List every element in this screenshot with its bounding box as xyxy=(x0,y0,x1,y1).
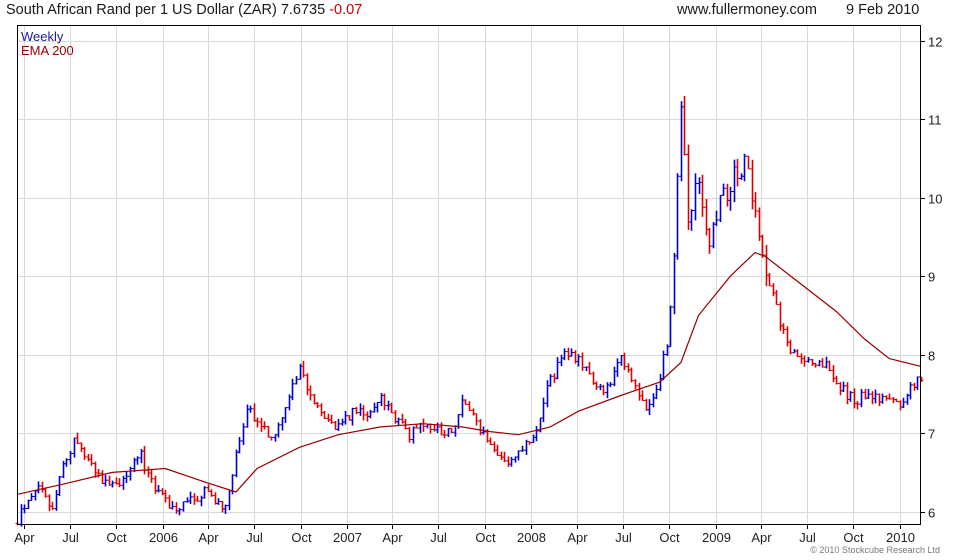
x-tick-label: Oct xyxy=(291,530,312,545)
price-chart: 6 7 8 9 10 11 12 Apr Jul Oct 2006 Apr Jul Oct 2007 Apr J… xyxy=(14,25,942,545)
plot-area xyxy=(17,25,921,525)
y-tick-label: 9 xyxy=(928,270,935,285)
x-tick-label: Jul xyxy=(430,530,447,545)
x-tick-label: Jul xyxy=(615,530,632,545)
y-tick-label: 7 xyxy=(928,427,935,442)
legend-item: Weekly xyxy=(21,29,64,44)
y-tick-label: 6 xyxy=(928,506,935,521)
x-tick-label: Apr xyxy=(751,530,772,545)
y-tick-label: 10 xyxy=(928,192,942,207)
y-tick-label: 12 xyxy=(928,35,942,50)
x-tick-label: Jul xyxy=(799,530,816,545)
x-tick-label: 2008 xyxy=(517,530,546,545)
legend-item: EMA 200 xyxy=(21,43,74,58)
x-tick-label: Oct xyxy=(475,530,496,545)
x-tick-label: 2006 xyxy=(149,530,178,545)
x-tick-label: 2010 xyxy=(886,530,915,545)
y-tick-label: 8 xyxy=(928,349,935,364)
x-tick-label: Jul xyxy=(62,530,79,545)
y-tick-label: 11 xyxy=(928,113,942,128)
x-tick-label: Apr xyxy=(198,530,219,545)
x-tick-label: Apr xyxy=(382,530,403,545)
x-tick-label: Jul xyxy=(246,530,263,545)
x-tick-label: Apr xyxy=(14,530,35,545)
x-tick-label: Oct xyxy=(659,530,680,545)
x-tick-label: Apr xyxy=(567,530,588,545)
x-tick-label: 2007 xyxy=(333,530,362,545)
copyright-credit: © 2010 Stockcube Research Ltd xyxy=(810,545,940,555)
x-tick-label: 2009 xyxy=(702,530,731,545)
x-tick-label: Oct xyxy=(843,530,864,545)
x-tick-label: Oct xyxy=(106,530,127,545)
